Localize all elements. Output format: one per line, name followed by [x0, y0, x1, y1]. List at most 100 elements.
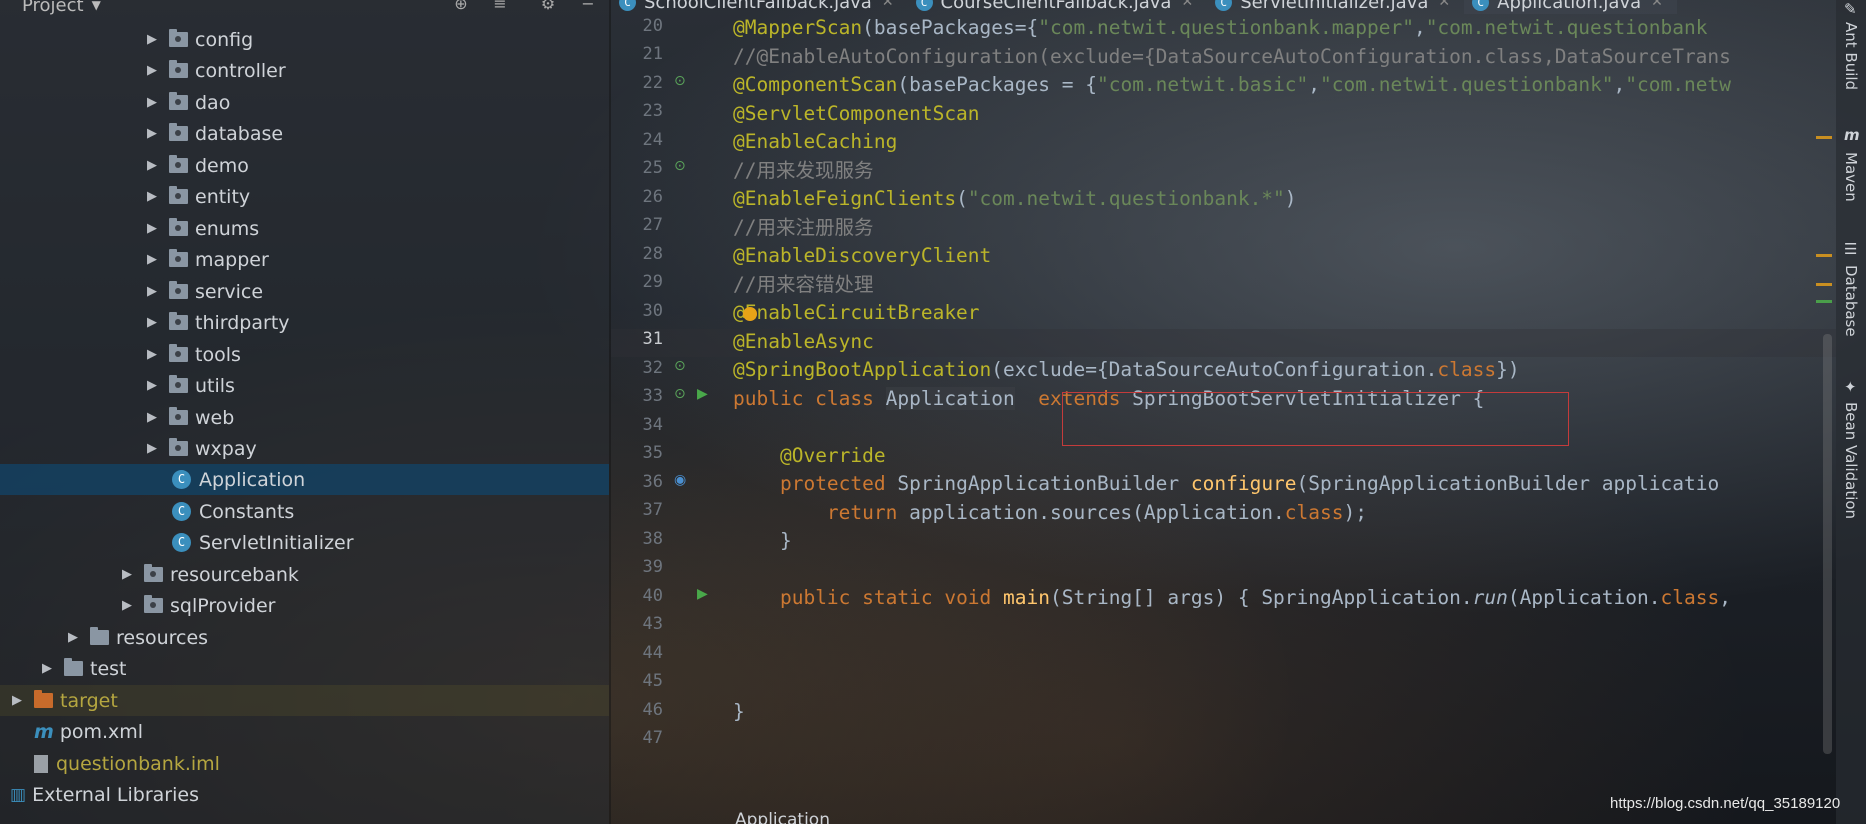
line-number: 47 [642, 728, 663, 748]
tree-item-enums[interactable]: ▶ enums [145, 213, 259, 244]
tree-item-entity[interactable]: ▶ entity [145, 181, 250, 212]
line-number: 24 [642, 130, 663, 150]
package-icon [169, 29, 188, 47]
tree-item-label: controller [195, 59, 286, 82]
tree-item-web[interactable]: ▶ web [145, 402, 234, 433]
error-stripe-mark[interactable] [1816, 283, 1832, 286]
tree-item-mapper[interactable]: ▶ mapper [145, 244, 269, 275]
tree-item-dao[interactable]: ▶ dao [145, 87, 230, 118]
editor-scrollbar[interactable] [1823, 334, 1832, 754]
expand-arrow-icon[interactable]: ▶ [145, 378, 159, 393]
error-stripe-mark[interactable] [1816, 136, 1832, 139]
gear-icon[interactable]: ⚙ [538, 0, 558, 14]
chevron-down-icon[interactable]: ▼ [92, 0, 101, 12]
maven-icon[interactable]: m [1844, 126, 1860, 144]
tree-item-resources[interactable]: ▶ resources [66, 622, 208, 653]
line-number: 38 [642, 529, 663, 549]
tree-item-utils[interactable]: ▶ utils [145, 370, 235, 401]
code-line-29: //用来容错处理 [733, 273, 874, 296]
tree-item-tools[interactable]: ▶ tools [145, 339, 241, 370]
expand-arrow-icon[interactable]: ▶ [145, 347, 159, 362]
tree-item-test[interactable]: ▶ test [40, 653, 127, 684]
expand-arrow-icon[interactable]: ▶ [145, 252, 159, 267]
tree-item-database[interactable]: ▶ database [145, 118, 283, 149]
tree-item-thirdparty[interactable]: ▶ thirdparty [145, 307, 290, 338]
database-tab[interactable]: Database [1842, 265, 1860, 337]
bean-icon[interactable]: ⊙ [674, 73, 686, 89]
lightbulb-icon[interactable] [743, 307, 757, 321]
expand-arrow-icon[interactable]: ▶ [145, 221, 159, 236]
error-stripe-mark[interactable] [1816, 300, 1832, 303]
close-icon[interactable]: ✕ [882, 0, 894, 10]
breadcrumb[interactable]: Application [735, 810, 830, 824]
tree-item-label: config [195, 28, 254, 51]
tree-item-constants[interactable]: C Constants [172, 496, 294, 527]
tree-item-service[interactable]: ▶ service [145, 276, 263, 307]
tree-item-application[interactable]: C Application [172, 464, 305, 495]
close-icon[interactable]: ✕ [1181, 0, 1193, 10]
tree-item-config[interactable]: ▶ config [145, 24, 253, 55]
crosshair-icon[interactable]: ⊕ [451, 0, 471, 14]
ant-icon[interactable]: ✎ [1844, 0, 1857, 18]
expand-arrow-icon[interactable]: ▶ [145, 158, 159, 173]
expand-arrow-icon[interactable]: ▶ [145, 63, 159, 78]
error-stripe-mark[interactable] [1816, 254, 1832, 257]
bean-validation-icon[interactable]: ✦ [1844, 378, 1857, 396]
hide-icon[interactable]: − [578, 0, 598, 14]
expand-arrow-icon[interactable]: ▶ [145, 441, 159, 456]
expand-arrow-icon[interactable]: ▶ [145, 284, 159, 299]
expand-arrow-icon[interactable]: ▶ [66, 630, 80, 645]
bean-icon[interactable]: ⊙ [674, 158, 686, 174]
database-icon[interactable]: ☰ [1844, 240, 1857, 258]
expand-arrow-icon[interactable]: ▶ [120, 567, 134, 582]
tree-item-label: entity [195, 185, 251, 208]
highlight-box [1062, 392, 1569, 446]
ant-build-tab[interactable]: Ant Build [1842, 22, 1860, 90]
tree-item-pom-xml[interactable]: m pom.xml [34, 716, 143, 747]
bean-validation-tab[interactable]: Bean Validation [1842, 402, 1860, 519]
expand-arrow-icon[interactable]: ▶ [145, 315, 159, 330]
tree-item-sqlprovider[interactable]: ▶ sqlProvider [120, 590, 275, 621]
code-line-36: protected SpringApplicationBuilder confi… [779, 472, 1720, 495]
tab-application-java[interactable]: C Application.java ✕ [1464, 0, 1677, 14]
close-icon[interactable]: ✕ [1651, 0, 1663, 10]
tree-item-external-libraries[interactable]: ▥ External Libraries [10, 779, 199, 810]
class-icon: C [619, 0, 636, 11]
bean-icon[interactable]: ⊙ [674, 358, 686, 374]
expand-arrow-icon[interactable]: ▶ [10, 693, 24, 708]
line-number: 26 [642, 187, 663, 207]
tab-schoolclientfallback-java[interactable]: C SchoolClientFallback.java ✕ [611, 0, 908, 14]
expand-arrow-icon[interactable]: ▶ [40, 661, 54, 676]
line-number: 36 [642, 472, 663, 492]
folder-icon [90, 627, 109, 645]
tab-servletinitializer-java[interactable]: C ServletInitializer.java ✕ [1207, 0, 1464, 14]
line-number: 32 [642, 358, 663, 378]
expand-arrow-icon[interactable]: ▶ [120, 598, 134, 613]
expand-arrow-icon[interactable]: ▶ [145, 410, 159, 425]
tree-item-controller[interactable]: ▶ controller [145, 55, 286, 86]
tree-item-resourcebank[interactable]: ▶ resourcebank [120, 559, 299, 590]
close-icon[interactable]: ✕ [1438, 0, 1450, 10]
tab-label: Application.java [1497, 0, 1642, 13]
line-number: 40 [642, 586, 663, 606]
bean-icon[interactable]: ⊙ [674, 386, 686, 402]
tree-item-target[interactable]: ▶ target [0, 685, 609, 716]
run-icon[interactable]: ▶ [697, 386, 708, 402]
tree-item-demo[interactable]: ▶ demo [145, 150, 249, 181]
expand-arrow-icon[interactable]: ▶ [145, 32, 159, 47]
collapse-all-icon[interactable]: ≡ [490, 0, 510, 14]
project-panel-title[interactable]: Project [22, 0, 84, 16]
expand-arrow-icon[interactable]: ▶ [145, 126, 159, 141]
tree-item-questionbank-iml[interactable]: questionbank.iml [34, 748, 220, 779]
expand-arrow-icon[interactable]: ▶ [145, 95, 159, 110]
run-icon[interactable]: ▶ [697, 586, 708, 602]
line-number: 31 [642, 329, 663, 349]
maven-tab[interactable]: Maven [1842, 152, 1860, 202]
project-panel: Project ▼ ⊕ ≡ ⚙ − ▶ config ▶ controller ▶ dao… [0, 0, 609, 824]
tree-item-wxpay[interactable]: ▶ wxpay [145, 433, 257, 464]
expand-arrow-icon[interactable]: ▶ [145, 189, 159, 204]
override-icon[interactable]: ◉ [674, 472, 686, 488]
package-icon [169, 186, 188, 204]
tree-item-servletinitializer[interactable]: C ServletInitializer [172, 527, 354, 558]
tab-courseclientfallback-java[interactable]: C CourseClientFallback.java ✕ [908, 0, 1208, 14]
